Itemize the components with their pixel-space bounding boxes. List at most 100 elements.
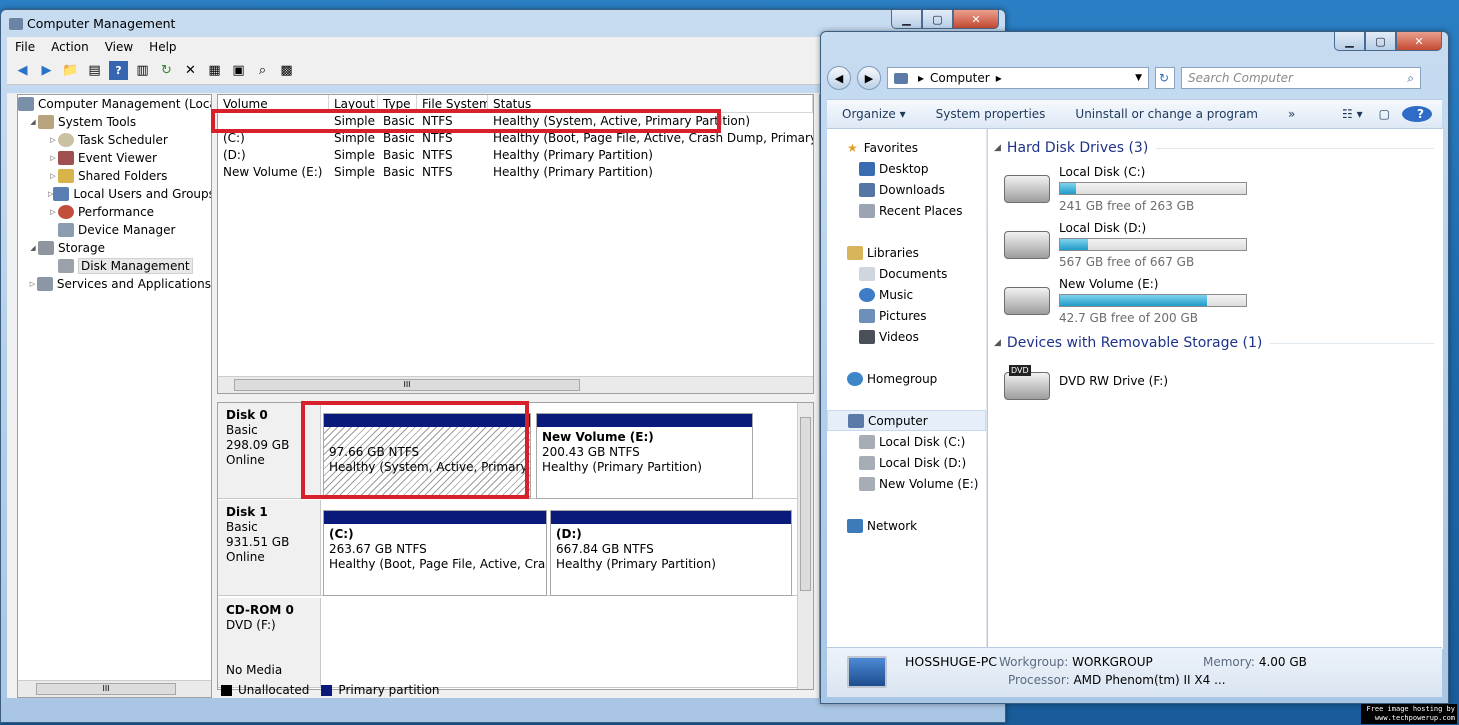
volume-row[interactable]: (C:) Simple Basic NTFS Healthy (Boot, Page F…	[218, 130, 813, 147]
tree-item-task-scheduler[interactable]: ▷ Task Scheduler	[18, 131, 211, 149]
open-icon[interactable]: ▣	[229, 61, 248, 80]
nav-recent-places[interactable]: Recent Places	[827, 200, 986, 221]
organize-button[interactable]: Organize ▾	[827, 107, 921, 121]
cdrom-label[interactable]: CD-ROM 0 DVD (F:) No Media	[218, 598, 321, 687]
close-button[interactable]: ✕	[953, 10, 999, 29]
hard-disk-drives-group[interactable]: ◢ Hard Disk Drives (3)	[994, 137, 1434, 159]
nav-documents[interactable]: Documents	[827, 263, 986, 284]
users-icon	[53, 187, 70, 201]
volume-horizontal-scrollbar[interactable]: III	[218, 376, 813, 393]
disk1-partition-c[interactable]: (C:) 263.67 GB NTFS Healthy (Boot, Page Fi…	[323, 510, 547, 596]
nav-videos[interactable]: Videos	[827, 326, 986, 347]
tree-item-disk-management[interactable]: Disk Management	[18, 257, 211, 275]
pictures-icon	[859, 308, 875, 323]
tree-item-performance[interactable]: ▷ Performance	[18, 203, 211, 221]
search-icon[interactable]: ⌕	[1407, 71, 1414, 86]
minimize-button[interactable]: ▁	[891, 10, 922, 29]
chevron-down-icon[interactable]: ▼	[1135, 73, 1142, 83]
disk0-partition-e[interactable]: New Volume (E:) 200.43 GB NTFS Healthy (Pr…	[536, 413, 753, 499]
tree-item-device-manager[interactable]: Device Manager	[18, 221, 211, 239]
back-arrow-icon[interactable]: ◀	[13, 61, 32, 80]
scroll-thumb[interactable]: III	[36, 683, 176, 695]
tree-item-computer-management[interactable]: Computer Management (Local	[18, 95, 211, 113]
minimize-button[interactable]: ▁	[1334, 32, 1365, 51]
nav-new-volume-e[interactable]: New Volume (E:)	[827, 473, 986, 494]
tree-item-event-viewer[interactable]: ▷ Event Viewer	[18, 149, 211, 167]
nav-pictures[interactable]: Pictures	[827, 305, 986, 326]
forward-arrow-icon[interactable]: ▶	[857, 66, 881, 90]
properties-icon[interactable]: ▦	[205, 61, 224, 80]
drive-item[interactable]: New Volume (E:) 42.7 GB free of 200 GB	[1004, 277, 1434, 331]
delete-icon[interactable]: ✕	[181, 61, 200, 80]
volume-row[interactable]: Simple Basic NTFS Healthy (System, Active, …	[218, 113, 813, 130]
more-commands-button[interactable]: »	[1273, 107, 1310, 121]
removable-storage-group[interactable]: ◢ Devices with Removable Storage (1)	[994, 332, 1434, 354]
scroll-thumb[interactable]	[800, 417, 811, 591]
menu-view[interactable]: View	[97, 40, 141, 54]
nav-desktop[interactable]: Desktop	[827, 158, 986, 179]
dvd-drive-item[interactable]: DVD DVD RW Drive (F:)	[1004, 362, 1434, 416]
nav-libraries[interactable]: Libraries	[827, 242, 986, 263]
menu-file[interactable]: File	[7, 40, 43, 54]
tree-item-local-users[interactable]: ▷ Local Users and Groups	[18, 185, 211, 203]
content-pane: ◢ Hard Disk Drives (3) Local Disk (C:) 241…	[988, 129, 1443, 649]
close-button[interactable]: ✕	[1396, 32, 1442, 51]
nav-local-disk-d[interactable]: Local Disk (D:)	[827, 452, 986, 473]
col-volume[interactable]: Volume	[218, 95, 329, 112]
search-icon[interactable]: ⌕	[253, 61, 272, 80]
tree-item-storage[interactable]: ◢ Storage	[18, 239, 211, 257]
tree-item-shared-folders[interactable]: ▷ Shared Folders	[18, 167, 211, 185]
refresh-icon[interactable]: ↻	[157, 61, 176, 80]
address-bar-row: ◀ ▶ ▸ Computer ▸ ▼ ↻ Search Computer ⌕	[827, 62, 1442, 94]
view-options-icon[interactable]: ☷ ▾	[1334, 107, 1371, 121]
help-icon[interactable]: ?	[109, 61, 128, 80]
up-folder-icon[interactable]: 📁	[61, 61, 80, 80]
nav-homegroup[interactable]: Homegroup	[827, 368, 986, 389]
disk0-label[interactable]: Disk 0 Basic 298.09 GB Online	[218, 403, 321, 498]
disk1-label[interactable]: Disk 1 Basic 931.51 GB Online	[218, 500, 321, 595]
refresh-icon[interactable]: ↻	[1155, 67, 1175, 89]
maximize-button[interactable]: ▢	[922, 10, 953, 29]
disk1-partition-d[interactable]: (D:) 667.84 GB NTFS Healthy (Primary Parti…	[550, 510, 792, 596]
tree-item-services[interactable]: ▷ Services and Applications	[18, 275, 211, 293]
maximize-button[interactable]: ▢	[1365, 32, 1396, 51]
volume-row[interactable]: New Volume (E:) Simple Basic NTFS Healthy (P…	[218, 164, 813, 181]
nav-favorites[interactable]: ★ Favorites	[827, 137, 986, 158]
caption-buttons: ▁ ▢ ✕	[891, 10, 999, 29]
drive-usage-bar	[1059, 238, 1247, 251]
tree-item-system-tools[interactable]: ◢ System Tools	[18, 113, 211, 131]
uninstall-program-button[interactable]: Uninstall or change a program	[1060, 107, 1273, 121]
show-hide-action-pane-icon[interactable]: ▥	[133, 61, 152, 80]
nav-network[interactable]: Network	[827, 515, 986, 536]
nav-music[interactable]: Music	[827, 284, 986, 305]
nav-computer[interactable]: Computer	[827, 410, 986, 431]
drive-item[interactable]: Local Disk (D:) 567 GB free of 667 GB	[1004, 221, 1434, 275]
collapse-icon: ◢	[994, 143, 1001, 153]
drive-name: New Volume (E:)	[1059, 277, 1159, 291]
drive-item[interactable]: Local Disk (C:) 241 GB free of 263 GB	[1004, 165, 1434, 219]
search-input[interactable]: Search Computer ⌕	[1181, 67, 1421, 89]
tree-horizontal-scrollbar[interactable]: III	[18, 680, 211, 697]
system-properties-button[interactable]: System properties	[921, 107, 1061, 121]
col-type[interactable]: Type	[378, 95, 417, 112]
col-layout[interactable]: Layout	[329, 95, 378, 112]
forward-arrow-icon[interactable]: ▶	[37, 61, 56, 80]
preview-pane-icon[interactable]: ▢	[1371, 107, 1398, 121]
volume-row[interactable]: (D:) Simple Basic NTFS Healthy (Primary Part…	[218, 147, 813, 164]
settings-icon[interactable]: ▩	[277, 61, 296, 80]
help-icon[interactable]: ?	[1398, 106, 1442, 122]
menu-action[interactable]: Action	[43, 40, 97, 54]
address-separator-icon: ▸	[918, 71, 925, 85]
nav-downloads[interactable]: Downloads	[827, 179, 986, 200]
back-arrow-icon[interactable]: ◀	[827, 66, 851, 90]
scroll-thumb[interactable]: III	[234, 379, 580, 391]
col-file-system[interactable]: File System	[417, 95, 488, 112]
disk-vertical-scrollbar[interactable]	[797, 403, 813, 689]
nav-local-disk-c[interactable]: Local Disk (C:)	[827, 431, 986, 452]
menu-help[interactable]: Help	[141, 40, 184, 54]
disk-management-icon	[58, 259, 74, 273]
address-box[interactable]: ▸ Computer ▸ ▼	[887, 67, 1149, 89]
col-status[interactable]: Status	[488, 95, 813, 112]
disk0-system-partition[interactable]: 97.66 GB NTFS Healthy (System, Active, Pr…	[323, 413, 531, 499]
show-hide-tree-icon[interactable]: ▤	[85, 61, 104, 80]
